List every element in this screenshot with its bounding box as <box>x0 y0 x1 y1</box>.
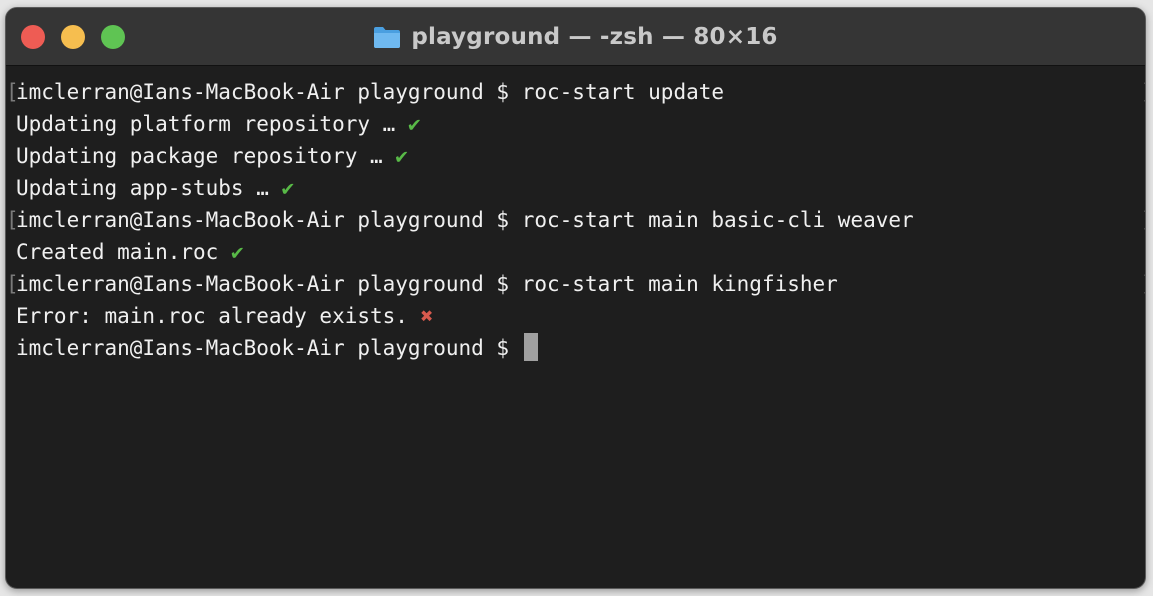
output-text: Updating package repository … <box>16 144 396 168</box>
shell-prompt: imclerran@Ians-MacBook-Air playground $ <box>16 208 522 232</box>
output-line: Updating package repository … ✔ <box>16 140 1145 172</box>
success-check-icon: ✔ <box>407 112 421 136</box>
error-cross-icon: ✖ <box>420 304 434 328</box>
shell-prompt: imclerran@Ians-MacBook-Air playground $ <box>16 272 522 296</box>
title-area: playground — -zsh — 80×16 <box>6 8 1145 65</box>
command-text: roc-start main basic-cli weaver <box>521 208 914 232</box>
shell-prompt: imclerran@Ians-MacBook-Air playground $ <box>16 80 522 104</box>
command-mark-bracket: [ <box>6 272 19 296</box>
output-text: Updating platform repository … <box>16 112 408 136</box>
command-text: roc-start main kingfisher <box>521 272 838 296</box>
terminal-content[interactable]: [] imclerran@Ians-MacBook-Air playground … <box>6 66 1145 364</box>
prompt-line: [] imclerran@Ians-MacBook-Air playground … <box>6 76 1145 108</box>
shell-prompt: imclerran@Ians-MacBook-Air playground $ <box>16 336 522 360</box>
command-text: roc-start update <box>521 80 725 104</box>
success-check-icon: ✔ <box>230 240 244 264</box>
success-check-icon: ✔ <box>281 176 295 200</box>
output-text: Error: main.roc already exists. <box>16 304 421 328</box>
output-line: Error: main.roc already exists. ✖ <box>16 300 1145 332</box>
command-mark-bracket: ] <box>1141 268 1145 300</box>
success-check-icon: ✔ <box>395 144 408 168</box>
output-text: Created main.roc <box>16 240 231 264</box>
text-cursor[interactable] <box>523 333 538 361</box>
command-mark-bracket: ] <box>1141 76 1145 108</box>
command-mark-bracket: [ <box>6 208 19 232</box>
prompt-line: imclerran@Ians-MacBook-Air playground $ <box>16 332 1145 364</box>
command-mark-bracket: [ <box>6 80 19 104</box>
command-mark-bracket: ] <box>1141 204 1145 236</box>
output-line: Updating app-stubs … ✔ <box>16 172 1145 204</box>
output-line: Created main.roc ✔ <box>16 236 1145 268</box>
terminal-window: playground — -zsh — 80×16 [] imclerran@Ia… <box>5 7 1146 589</box>
prompt-line: [] imclerran@Ians-MacBook-Air playground … <box>6 204 1145 236</box>
output-line: Updating platform repository … ✔ <box>16 108 1145 140</box>
prompt-line: [] imclerran@Ians-MacBook-Air playground … <box>6 268 1145 300</box>
output-text: Updating app-stubs … <box>16 176 282 200</box>
window-title: playground — -zsh — 80×16 <box>411 23 778 50</box>
title-bar[interactable]: playground — -zsh — 80×16 <box>6 8 1145 66</box>
folder-icon <box>373 24 401 50</box>
